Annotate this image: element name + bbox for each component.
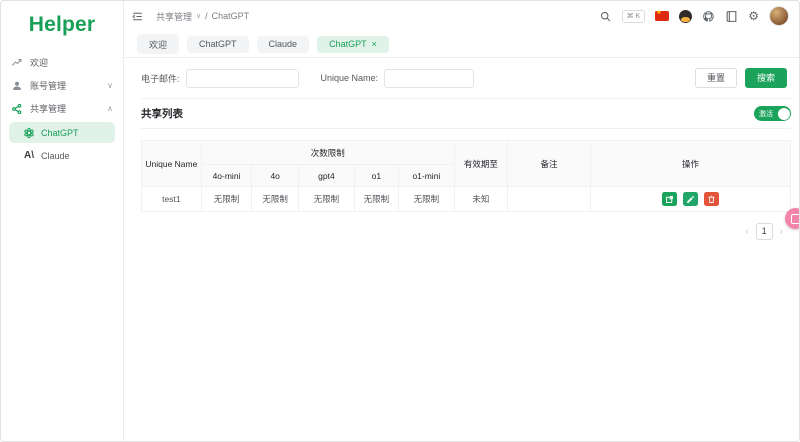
cell-actions [591, 187, 791, 212]
tab-welcome[interactable]: 欢迎 [137, 34, 179, 54]
sidebar-item-label: ChatGPT [41, 128, 79, 138]
cell-limit: 无限制 [299, 187, 355, 212]
tab-chatgpt[interactable]: ChatGPT [187, 36, 249, 53]
search-form: 电子邮件: Unique Name: 重置 搜索 [141, 58, 791, 99]
cell-unique-name: test1 [142, 187, 202, 212]
col-4o: 4o [252, 165, 299, 187]
sidebar-nav: 欢迎 账号管理 ∨ 共享管理 ∧ [1, 51, 123, 166]
form-actions: 重置 搜索 [695, 68, 791, 88]
sidebar-item-welcome[interactable]: 欢迎 [1, 51, 123, 74]
share-table: Unique Name 次数限制 有效期至 备注 操作 4o-mini 4o g… [141, 140, 791, 212]
sidebar-item-label: 欢迎 [30, 56, 48, 69]
cell-limit: 无限制 [398, 187, 454, 212]
pagination: ‹ 1 › [141, 223, 791, 240]
chevron-up-icon: ∧ [107, 104, 113, 113]
col-expire: 有效期至 [454, 141, 507, 187]
chevron-down-icon: ∨ [196, 12, 201, 20]
sidebar-item-label: 共享管理 [30, 102, 66, 115]
sidebar: Helper 欢迎 账号管理 ∨ [1, 1, 124, 441]
copy-link-button[interactable] [662, 192, 677, 206]
col-o1-mini: o1-mini [398, 165, 454, 187]
sidebar-item-claude[interactable]: A\ Claude [9, 145, 115, 166]
prev-page-icon[interactable]: ‹ [745, 226, 748, 237]
tab-label: ChatGPT [329, 39, 367, 49]
cell-limit: 无限制 [354, 187, 398, 212]
toggle-label: 激活 [759, 109, 773, 119]
col-limit-group: 次数限制 [201, 141, 454, 165]
toggle-knob [778, 108, 790, 120]
menu-fold-icon[interactable] [131, 10, 144, 23]
col-unique-name: Unique Name [142, 141, 202, 187]
header-bar: 共享管理 ∨ / ChatGPT ⌘ K [124, 1, 799, 31]
settings-gear-icon[interactable]: ⚙ [748, 9, 759, 23]
external-link-icon [665, 192, 674, 207]
openai-icon [23, 127, 35, 139]
theme-toggle-icon[interactable] [679, 10, 692, 23]
delete-button[interactable] [704, 192, 719, 206]
share-list-header: 共享列表 激活 [141, 99, 791, 129]
unique-name-field[interactable] [384, 69, 474, 88]
email-label: 电子邮件: [141, 72, 180, 85]
docs-book-icon[interactable] [725, 10, 738, 23]
search-button[interactable]: 搜索 [745, 68, 787, 88]
col-remark: 备注 [507, 141, 590, 187]
close-icon[interactable]: × [372, 40, 377, 49]
header-actions: ⌘ K ⚙ [599, 6, 789, 26]
github-icon[interactable] [702, 10, 715, 23]
share-list-title: 共享列表 [141, 106, 183, 121]
main-area: 共享管理 ∨ / ChatGPT ⌘ K [124, 1, 799, 441]
cell-expire: 未知 [454, 187, 507, 212]
sidebar-item-share[interactable]: 共享管理 ∧ [1, 97, 123, 120]
col-gpt4: gpt4 [299, 165, 355, 187]
search-icon[interactable] [599, 10, 612, 23]
cell-limit: 无限制 [201, 187, 252, 212]
col-actions: 操作 [591, 141, 791, 187]
sidebar-item-accounts[interactable]: 账号管理 ∨ [1, 74, 123, 97]
cell-remark [507, 187, 590, 212]
sidebar-item-chatgpt[interactable]: ChatGPT [9, 122, 115, 143]
anthropic-icon: A\ [23, 150, 35, 162]
email-field[interactable] [186, 69, 299, 88]
col-4o-mini: 4o-mini [201, 165, 252, 187]
user-icon [11, 80, 23, 92]
unique-name-label: Unique Name: [321, 73, 379, 83]
content-area: 电子邮件: Unique Name: 重置 搜索 共享列表 激活 [124, 58, 799, 441]
breadcrumb-separator: / [205, 11, 208, 21]
tab-bar: 欢迎 ChatGPT Claude ChatGPT × [124, 31, 799, 58]
col-o1: o1 [354, 165, 398, 187]
sidebar-item-label: Claude [41, 151, 70, 161]
reset-button[interactable]: 重置 [695, 68, 737, 88]
next-page-icon[interactable]: › [780, 226, 783, 237]
table-header-row: Unique Name 次数限制 有效期至 备注 操作 [142, 141, 791, 165]
shortcut-badge: ⌘ K [622, 10, 646, 23]
table-row: test1 无限制 无限制 无限制 无限制 无限制 未知 [142, 187, 791, 212]
share-icon [11, 103, 23, 115]
chart-icon [11, 57, 23, 69]
app-window: Helper 欢迎 账号管理 ∨ [0, 0, 800, 442]
chevron-down-icon: ∨ [107, 81, 113, 90]
breadcrumb-root[interactable]: 共享管理 [156, 10, 192, 23]
sidebar-item-label: 账号管理 [30, 79, 66, 92]
tab-chatgpt-active[interactable]: ChatGPT × [317, 36, 389, 53]
breadcrumb-current[interactable]: ChatGPT [212, 11, 250, 21]
floating-helper-button[interactable] [785, 208, 800, 229]
app-logo: Helper [1, 13, 123, 37]
cell-limit: 无限制 [252, 187, 299, 212]
breadcrumb: 共享管理 ∨ / ChatGPT [156, 10, 249, 23]
pencil-icon [686, 192, 695, 207]
active-toggle[interactable]: 激活 [754, 106, 791, 121]
edit-button[interactable] [683, 192, 698, 206]
tab-claude[interactable]: Claude [257, 36, 310, 53]
user-avatar[interactable] [769, 6, 789, 26]
trash-icon [707, 192, 716, 207]
language-flag-icon[interactable] [655, 11, 669, 21]
page-number[interactable]: 1 [756, 223, 773, 240]
